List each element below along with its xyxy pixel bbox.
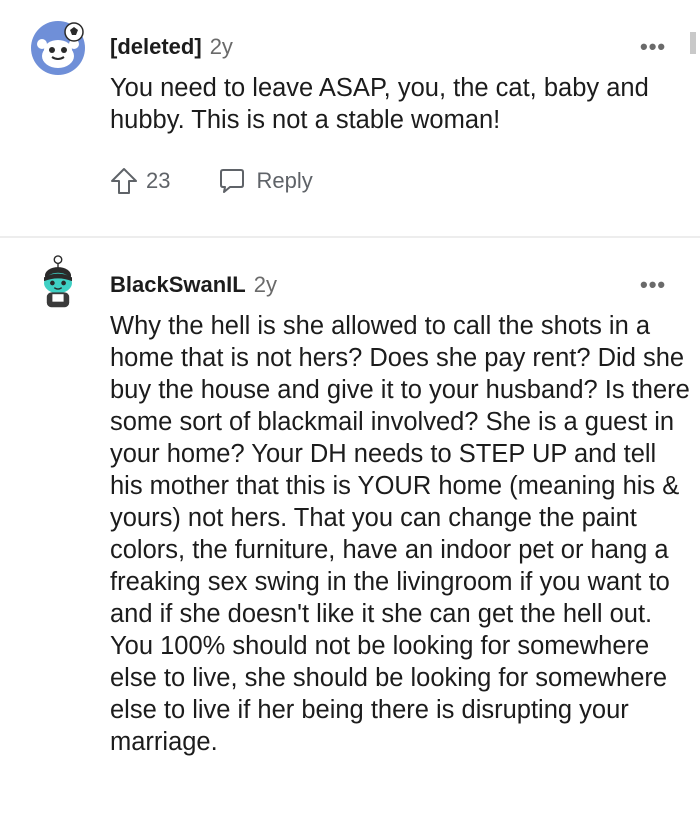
more-options-button[interactable]: ••• [640, 272, 666, 298]
comment-timestamp: 2y [209, 34, 233, 59]
scrollbar-thumb[interactable] [690, 32, 696, 54]
upvote-arrow-icon[interactable] [108, 165, 140, 197]
comment-divider [0, 236, 700, 238]
snoo-avatar-teal-icon[interactable] [30, 255, 86, 311]
more-options-button[interactable]: ••• [640, 34, 666, 60]
snoo-avatar-blue-icon[interactable] [30, 20, 86, 76]
reply-button[interactable]: Reply [256, 168, 312, 194]
comment-body: Why the hell is she allowed to call the … [110, 310, 690, 758]
reply-bubble-icon[interactable] [216, 165, 248, 197]
comment-body: You need to leave ASAP, you, the cat, ba… [110, 72, 690, 136]
comment-meta: [deleted] 2y [110, 34, 233, 60]
author-name[interactable]: [deleted] [110, 34, 202, 59]
comment-paragraph: You need to leave ASAP, you, the cat, ba… [110, 74, 649, 134]
comment-paragraph: Why the hell is she allowed to call the … [110, 312, 690, 628]
comment-timestamp: 2y [253, 272, 277, 297]
comment-paragraph: You 100% should not be looking for somew… [110, 632, 668, 756]
comment-actions: 23 Reply [108, 165, 313, 197]
author-name[interactable]: BlackSwanIL [110, 272, 246, 297]
comment-meta: BlackSwanIL 2y [110, 272, 277, 298]
upvote-count: 23 [146, 168, 171, 193]
